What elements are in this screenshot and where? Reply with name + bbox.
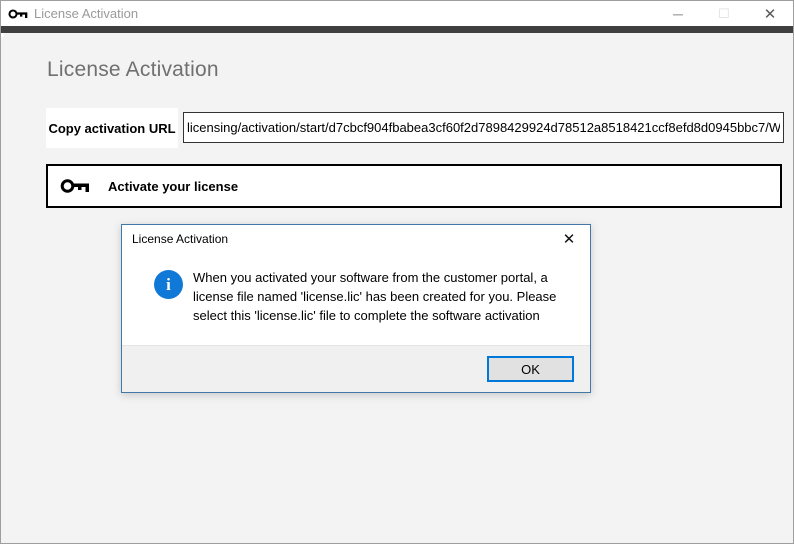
dialog-footer: OK	[122, 345, 590, 392]
minimize-icon[interactable]: ─	[655, 1, 701, 26]
activate-license-label: Activate your license	[108, 179, 238, 194]
dialog-close-icon[interactable]: ✕	[554, 225, 584, 253]
dialog-title: License Activation	[132, 232, 228, 246]
close-icon[interactable]: ✕	[747, 1, 793, 26]
dialog-title-bar: License Activation ✕	[122, 225, 590, 253]
window-controls: ─ ☐ ✕	[655, 1, 793, 26]
activation-url-input[interactable]	[183, 112, 784, 143]
maximize-icon[interactable]: ☐	[701, 1, 747, 26]
copy-activation-url-button[interactable]: Copy activation URL	[46, 108, 178, 148]
window-title: License Activation	[34, 6, 138, 21]
license-activation-dialog: License Activation ✕ i When you activate…	[121, 224, 591, 393]
dialog-message: When you activated your software from th…	[193, 269, 575, 326]
dialog-body: i When you activated your software from …	[122, 253, 590, 347]
titlebar-divider	[1, 26, 793, 33]
activate-license-button[interactable]: Activate your license	[46, 164, 782, 208]
key-icon	[8, 7, 28, 21]
info-icon: i	[154, 270, 183, 299]
ok-button[interactable]: OK	[487, 356, 574, 382]
page-title: License Activation	[47, 58, 219, 82]
title-bar: License Activation ─ ☐ ✕	[1, 1, 793, 26]
app-window: License Activation ─ ☐ ✕ License Activat…	[0, 0, 794, 544]
key-icon	[60, 176, 90, 196]
